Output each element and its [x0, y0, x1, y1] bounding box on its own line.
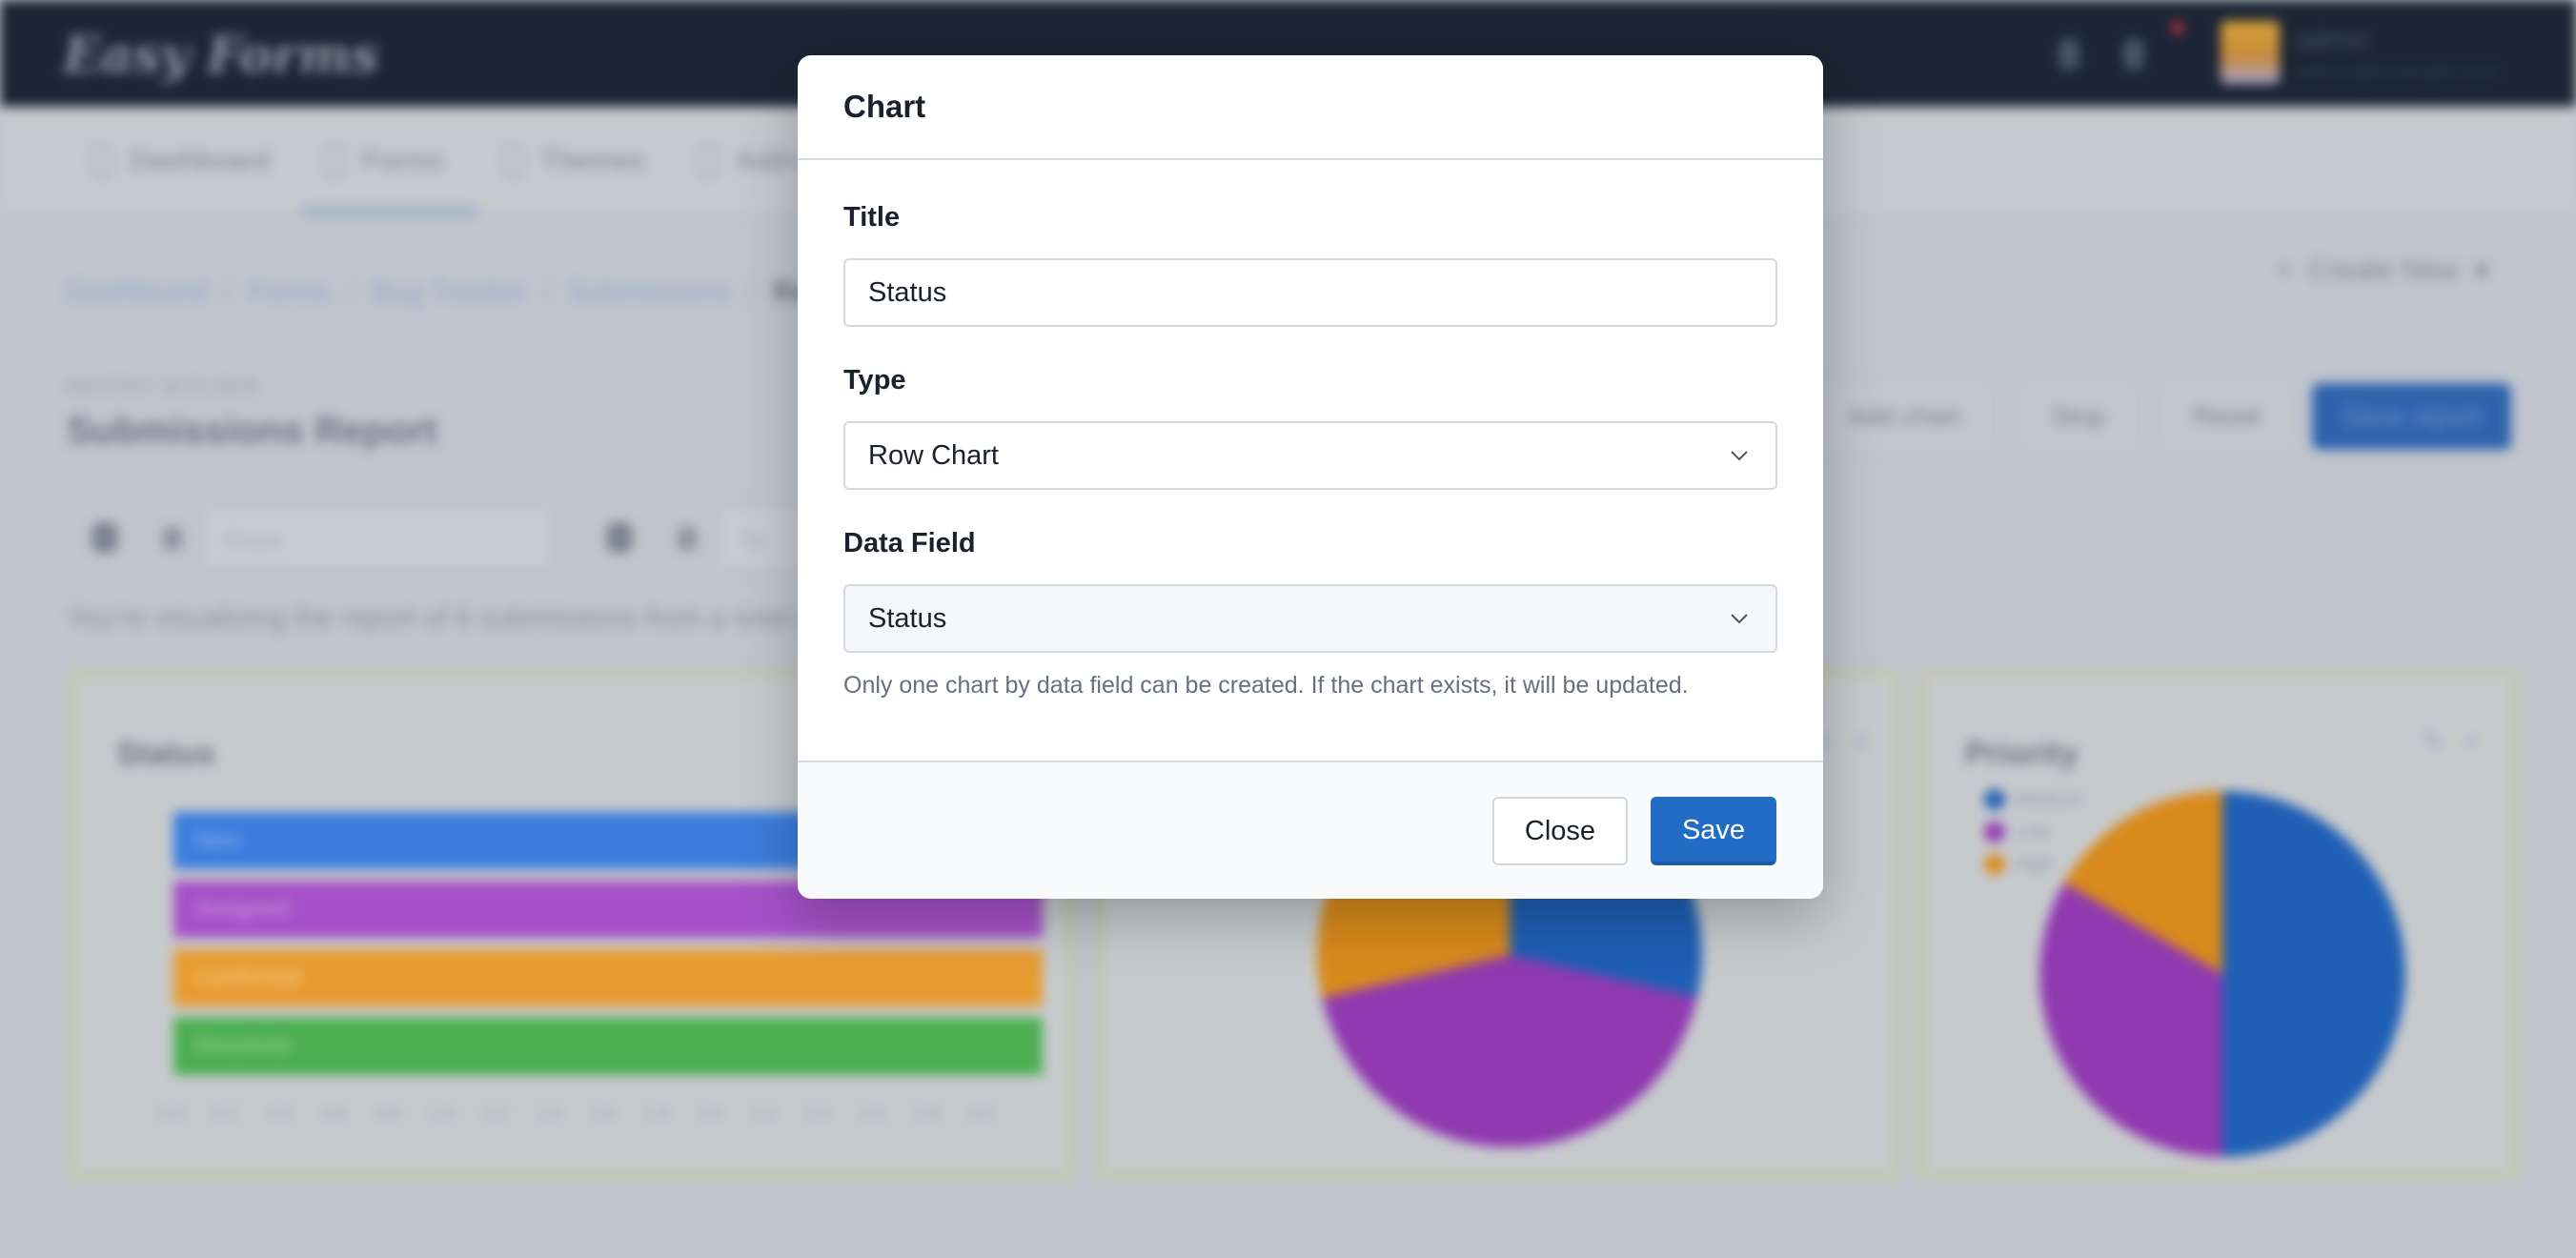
save-button[interactable]: Save [1651, 797, 1776, 865]
modal-footer: Close Save [798, 761, 1823, 899]
chevron-down-icon [1731, 614, 1748, 624]
data-field-select-value: Status [868, 602, 947, 634]
data-field-select[interactable]: Status [843, 584, 1777, 653]
modal-title: Chart [843, 89, 926, 124]
type-select-value: Row Chart [868, 439, 999, 471]
title-label: Title [843, 202, 901, 233]
modal-header: Chart [798, 55, 1823, 160]
title-input[interactable] [843, 258, 1777, 327]
modal-body: Title Type Row Chart Data Field Status O… [798, 160, 1823, 761]
chevron-down-icon [1731, 451, 1748, 461]
chart-modal: Chart Title Type Row Chart Data Field St… [798, 55, 1823, 899]
close-button[interactable]: Close [1492, 797, 1628, 865]
title-field-group: Title [843, 202, 1777, 327]
type-select[interactable]: Row Chart [843, 421, 1777, 490]
type-label: Type [843, 365, 906, 396]
data-field-help-text: Only one chart by data field can be crea… [843, 672, 1689, 699]
data-field-group: Data Field Status Only one chart by data… [843, 528, 1777, 700]
type-field-group: Type Row Chart [843, 365, 1777, 490]
data-field-label: Data Field [843, 528, 976, 558]
